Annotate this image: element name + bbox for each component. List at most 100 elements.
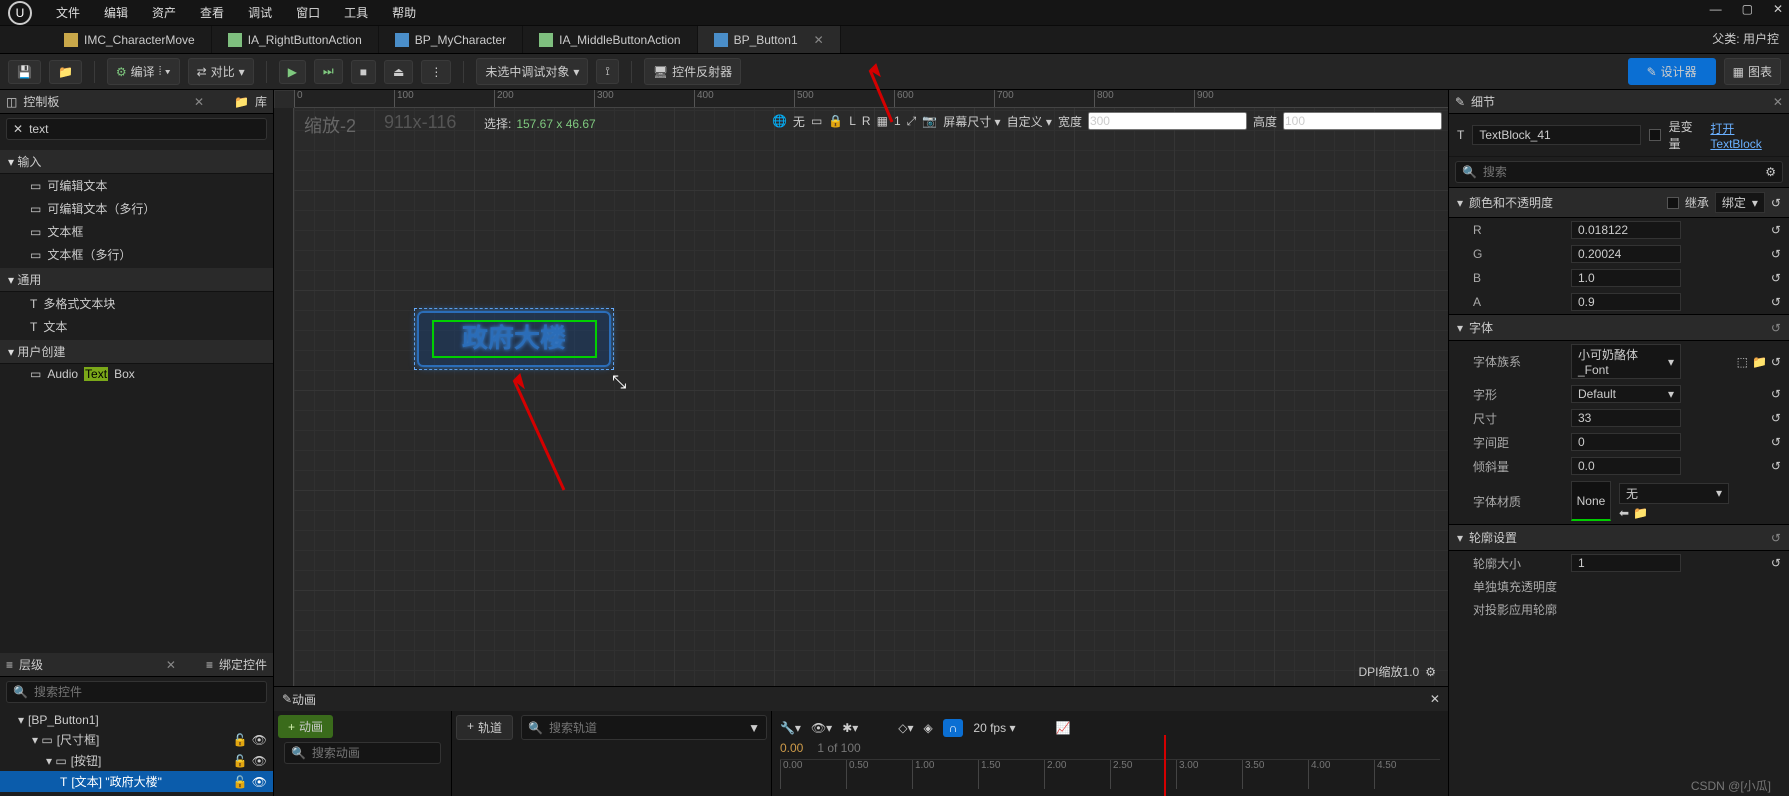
save-button[interactable]: 💾 <box>8 60 41 84</box>
minimize-icon[interactable]: — <box>1710 2 1722 16</box>
panel-close-icon[interactable]: ✕ <box>1773 95 1783 109</box>
browse-button[interactable]: 📁 <box>49 60 82 84</box>
tree-button[interactable]: ▾ ▭ [按钮]🔓👁 <box>0 750 273 771</box>
reset-icon[interactable]: ↺ <box>1771 355 1781 369</box>
eye-icon[interactable]: 👁 <box>252 733 267 747</box>
use-selected-icon[interactable]: ⬅ <box>1619 506 1629 520</box>
key-icon[interactable]: ✱▾ <box>842 721 858 735</box>
font-family-dropdown[interactable]: 小可奶酪体_Font▾ <box>1571 344 1681 379</box>
menu-file[interactable]: 文件 <box>46 0 90 25</box>
eye-icon[interactable]: 👁 <box>252 754 267 768</box>
menu-tools[interactable]: 工具 <box>334 0 378 25</box>
panel-close-icon[interactable]: ✕ <box>194 95 204 109</box>
panel-close-icon[interactable]: ✕ <box>1430 692 1440 706</box>
lock-icon[interactable]: 🔓 <box>233 733 248 747</box>
palette-item[interactable]: ▭可编辑文本（多行） <box>0 197 273 220</box>
menu-view[interactable]: 查看 <box>190 0 234 25</box>
palette-category-common[interactable]: ▾ 通用 <box>0 268 273 292</box>
reset-icon[interactable]: ↺ <box>1771 411 1781 425</box>
toggle-lock[interactable]: 🔒 <box>828 114 843 128</box>
step-button[interactable]: ⏭ <box>314 59 343 84</box>
play-button[interactable]: ▶ <box>279 60 306 84</box>
filter-icon[interactable]: ▼ <box>748 721 760 735</box>
palette-item[interactable]: T多格式文本块 <box>0 292 273 315</box>
tab-imc[interactable]: IMC_CharacterMove <box>48 26 212 53</box>
material-slot[interactable]: None <box>1571 481 1611 521</box>
animation-search-input[interactable] <box>312 746 467 760</box>
skew-input[interactable] <box>1571 457 1681 475</box>
open-textblock-link[interactable]: 打开TextBlock <box>1710 120 1781 151</box>
eye-icon[interactable]: 👁 <box>252 775 267 789</box>
reset-icon[interactable]: ↺ <box>1771 271 1781 285</box>
diff-button[interactable]: ⇄对比 ▾ <box>188 58 254 85</box>
lock-icon[interactable]: 🔓 <box>233 754 248 768</box>
tab-bp-button[interactable]: BP_Button1✕ <box>698 26 841 53</box>
hierarchy-search[interactable]: 🔍 <box>6 681 267 703</box>
details-search-input[interactable] <box>1483 165 1759 179</box>
menu-window[interactable]: 窗口 <box>286 0 330 25</box>
reset-icon[interactable]: ↺ <box>1771 223 1781 237</box>
wrench-icon[interactable]: 🔧▾ <box>780 721 801 735</box>
font-style-dropdown[interactable]: Default▾ <box>1571 385 1681 403</box>
material-dropdown[interactable]: 无▾ <box>1619 483 1729 504</box>
bind-title[interactable]: 绑定控件 <box>219 656 267 673</box>
hierarchy-search-input[interactable] <box>34 685 260 699</box>
timeline-playhead[interactable] <box>1164 735 1166 796</box>
gear-icon[interactable]: ⚙ <box>1765 165 1776 179</box>
tree-text-selected[interactable]: T [文本] "政府大楼"🔓👁 <box>0 771 273 792</box>
inherit-checkbox[interactable] <box>1667 197 1679 209</box>
clear-icon[interactable]: ✕ <box>13 122 23 136</box>
reset-icon[interactable]: ↺ <box>1771 321 1781 335</box>
eject-button[interactable]: ⏏ <box>384 60 413 84</box>
add-track-button[interactable]: + 轨道 <box>456 715 513 740</box>
palette-item[interactable]: ▭文本框（多行） <box>0 243 273 266</box>
close-icon[interactable]: ✕ <box>1773 2 1783 16</box>
reset-icon[interactable]: ↺ <box>1771 295 1781 309</box>
timeline-ruler[interactable]: 0.000.501.001.502.002.503.003.504.004.50 <box>780 759 1440 789</box>
palette-item[interactable]: ▭文本框 <box>0 220 273 243</box>
library-title[interactable]: 库 <box>255 93 267 110</box>
outline-size-input[interactable] <box>1571 554 1681 572</box>
reset-icon[interactable]: ↺ <box>1771 435 1781 449</box>
layout-l[interactable]: L <box>849 114 856 128</box>
graph-tab-button[interactable]: ▦图表 <box>1724 58 1781 85</box>
tab-bp-char[interactable]: BP_MyCharacter <box>379 26 523 53</box>
find-button[interactable]: ⟟ <box>596 59 618 84</box>
custom-dropdown[interactable]: 自定义 ▾ <box>1007 113 1052 130</box>
b-input[interactable] <box>1571 269 1681 287</box>
fps-dropdown[interactable]: 20 fps ▾ <box>973 721 1015 735</box>
panel-close-icon[interactable]: ✕ <box>166 658 176 672</box>
maximize-icon[interactable]: ▢ <box>1742 2 1753 16</box>
palette-search-input[interactable] <box>29 122 260 136</box>
engine-logo-icon[interactable]: U <box>8 1 32 25</box>
palette-item[interactable]: ▭可编辑文本 <box>0 174 273 197</box>
reset-icon[interactable]: ↺ <box>1771 459 1781 473</box>
palette-search[interactable]: ✕ <box>6 118 267 140</box>
widget-reflector-button[interactable]: 🖥控件反射器 <box>644 58 741 85</box>
gear-icon[interactable]: ⚙ <box>1425 665 1436 679</box>
section-color[interactable]: ▾ 颜色和不透明度 继承 绑定▾ ↺ <box>1449 187 1789 218</box>
height-input[interactable] <box>1283 112 1442 130</box>
is-variable-checkbox[interactable] <box>1649 129 1660 141</box>
palette-item[interactable]: T文本 <box>0 315 273 338</box>
keyframe-icon[interactable]: ◇▾ <box>898 721 913 735</box>
details-search[interactable]: 🔍⚙ <box>1455 161 1783 183</box>
browse-icon[interactable]: 📁 <box>1752 355 1767 369</box>
menu-edit[interactable]: 编辑 <box>94 0 138 25</box>
r-input[interactable] <box>1571 221 1681 239</box>
tab-ia-middle[interactable]: IA_MiddleButtonAction <box>523 26 697 53</box>
browse-to-icon[interactable]: 📁 <box>1633 506 1648 520</box>
toggle-outline[interactable]: ▭ <box>811 114 822 128</box>
screen-size-dropdown[interactable]: 屏幕尺寸 ▾ <box>943 113 1000 130</box>
section-outline[interactable]: ▾ 轮廓设置↺ <box>1449 524 1789 551</box>
curve-editor-icon[interactable]: 📈 <box>1055 721 1070 735</box>
use-icon[interactable]: ⬚ <box>1737 355 1748 369</box>
font-size-input[interactable] <box>1571 409 1681 427</box>
reset-icon[interactable]: ↺ <box>1771 531 1781 545</box>
reset-icon[interactable]: ↺ <box>1771 196 1781 210</box>
eye-icon[interactable]: 👁▾ <box>811 721 832 735</box>
compile-button[interactable]: ⚙编译 ⦙ ▾ <box>107 58 180 85</box>
debug-target-dropdown[interactable]: 未选中调试对象 ▾ <box>476 58 588 85</box>
palette-category-user[interactable]: ▾ 用户创建 <box>0 340 273 364</box>
tree-root[interactable]: ▾ [BP_Button1] <box>0 711 273 729</box>
